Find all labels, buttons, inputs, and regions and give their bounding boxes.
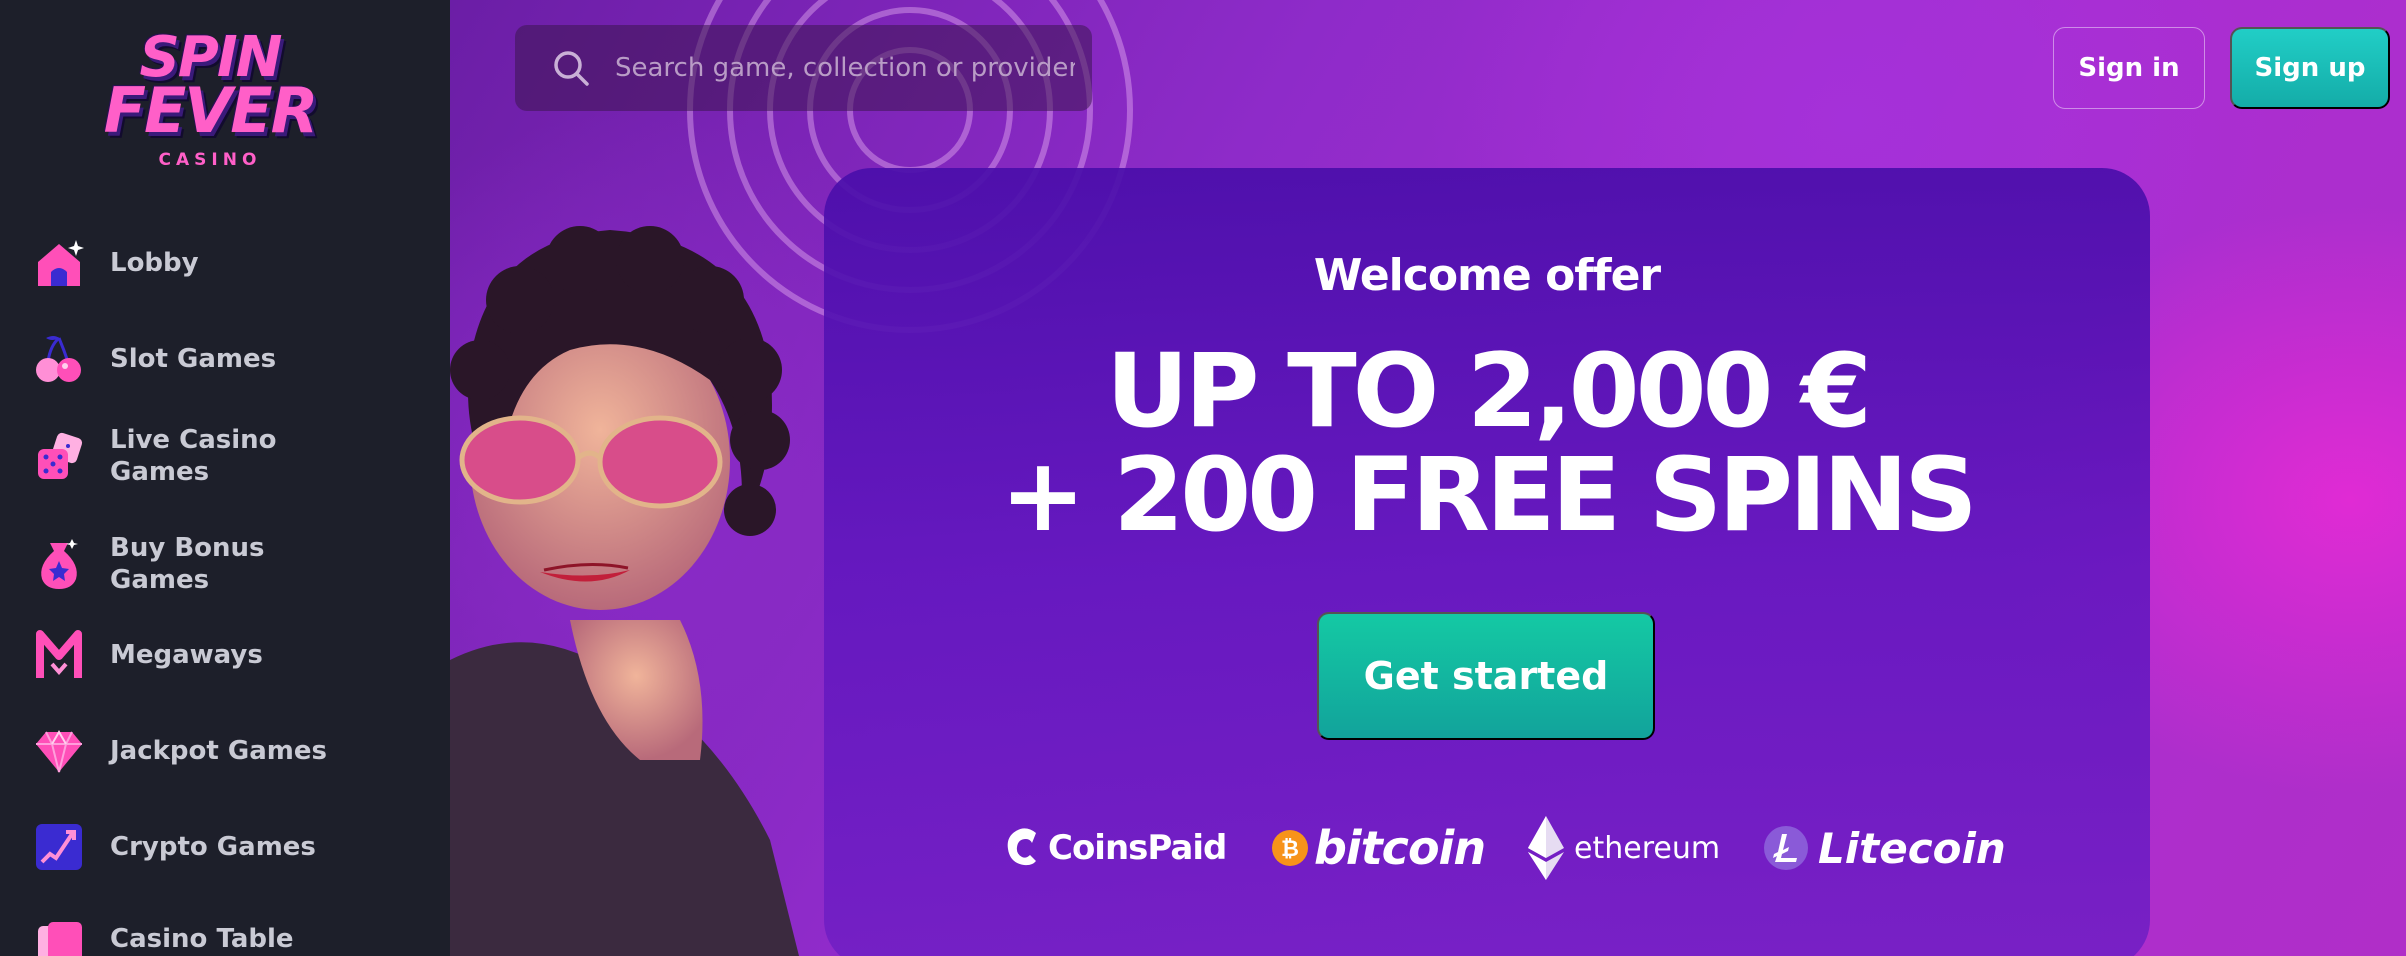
payment-litecoin: Litecoin bbox=[1762, 808, 2006, 888]
offer-headline-line1: UP TO 2,000 € bbox=[1105, 332, 1872, 451]
search-icon bbox=[554, 51, 589, 86]
sidebar-item-label: Megaways bbox=[110, 640, 263, 670]
logo-text-fever: FEVER bbox=[103, 74, 319, 147]
sidebar: SPIN FEVER CASINO Lobby Slot Games Live … bbox=[0, 0, 450, 956]
ethereum-icon bbox=[1528, 816, 1564, 880]
litecoin-icon bbox=[1764, 826, 1808, 870]
sidebar-item-label: Buy Bonus Games bbox=[110, 533, 265, 595]
payment-name: CoinsPaid bbox=[1048, 828, 1227, 868]
sidebar-item-megaways[interactable]: Megaways bbox=[32, 628, 350, 682]
payment-coinspaid: CoinsPaid bbox=[1002, 808, 1227, 888]
welcome-offer-panel: Welcome offer UP TO 2,000 € + 200 FREE S… bbox=[824, 168, 2150, 956]
sidebar-item-label: Lobby bbox=[110, 248, 199, 278]
sidebar-item-buy-bonus-games[interactable]: Buy Bonus Games bbox=[32, 532, 350, 596]
sidebar-item-label: Crypto Games bbox=[110, 832, 316, 862]
search-bar[interactable] bbox=[515, 25, 1092, 111]
house-icon bbox=[32, 236, 86, 290]
svg-text:₿: ₿ bbox=[1281, 837, 1299, 862]
sign-in-button[interactable]: Sign in bbox=[2053, 27, 2205, 109]
payment-methods: CoinsPaid ₿ bitcoin ethereum Litecoin bbox=[824, 808, 2150, 888]
logo-text-casino: CASINO bbox=[158, 150, 262, 170]
welcome-offer-title: Welcome offer bbox=[1313, 250, 1661, 301]
cards-icon bbox=[32, 912, 86, 956]
offer-headline-line2: + 200 FREE SPINS bbox=[1000, 436, 1977, 555]
sidebar-item-label: Slot Games bbox=[110, 344, 277, 374]
sidebar-item-label: Casino Table bbox=[110, 924, 294, 954]
payment-name: ethereum bbox=[1574, 830, 1721, 866]
spin-fever-logo[interactable]: SPIN FEVER CASINO bbox=[90, 30, 330, 180]
payment-bitcoin: ₿ bitcoin bbox=[1270, 808, 1486, 888]
sign-up-button[interactable]: Sign up bbox=[2230, 27, 2390, 109]
sidebar-item-crypto-games[interactable]: Crypto Games bbox=[32, 820, 350, 874]
offer-headline: UP TO 2,000 € + 200 FREE SPINS bbox=[824, 340, 2150, 548]
coinspaid-icon bbox=[1007, 828, 1036, 866]
woman-hero-illustration bbox=[450, 226, 799, 956]
payment-name: bitcoin bbox=[1314, 821, 1486, 875]
dice-icon bbox=[32, 429, 86, 483]
sidebar-item-lobby[interactable]: Lobby bbox=[32, 236, 350, 290]
get-started-button[interactable]: Get started bbox=[1317, 612, 1655, 740]
sidebar-item-live-casino-games[interactable]: Live Casino Games bbox=[32, 424, 350, 488]
payment-ethereum: ethereum bbox=[1524, 808, 1720, 888]
sidebar-item-label: Live Casino Games bbox=[110, 425, 277, 487]
main-area: Sign in Sign up Welcome offer UP TO 2,00… bbox=[450, 0, 2406, 956]
sidebar-item-slot-games[interactable]: Slot Games bbox=[32, 332, 350, 386]
megaways-m-icon bbox=[32, 628, 86, 682]
search-input[interactable] bbox=[615, 53, 1075, 83]
bitcoin-icon: ₿ bbox=[1272, 830, 1308, 866]
sidebar-item-jackpot-games[interactable]: Jackpot Games bbox=[32, 724, 350, 778]
cherries-icon bbox=[32, 332, 86, 386]
payment-name: Litecoin bbox=[1818, 823, 2006, 873]
diamond-icon bbox=[32, 724, 86, 778]
money-bag-icon bbox=[32, 537, 86, 591]
crypto-chart-icon bbox=[32, 820, 86, 874]
sidebar-item-casino-table[interactable]: Casino Table bbox=[32, 912, 350, 956]
sidebar-item-label: Jackpot Games bbox=[110, 736, 327, 766]
